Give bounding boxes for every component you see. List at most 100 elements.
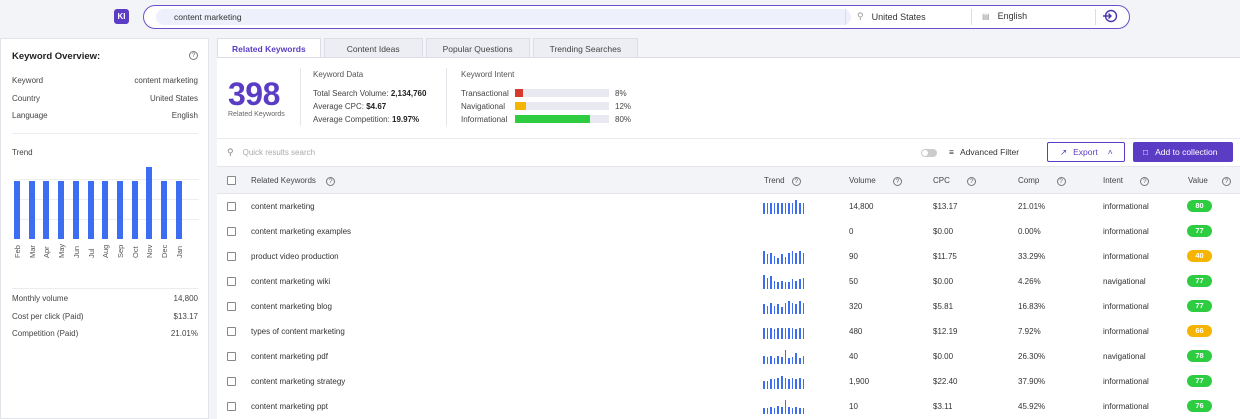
divider: [217, 138, 1240, 139]
add-to-collection-button[interactable]: □ Add to collection: [1133, 142, 1233, 162]
tab-popular-questions[interactable]: Popular Questions: [425, 38, 530, 58]
sparkline-bar: [802, 277, 805, 289]
keyword-cell[interactable]: types of content marketing: [251, 327, 345, 336]
col-value[interactable]: Value ?: [1188, 176, 1232, 186]
row-checkbox[interactable]: [227, 202, 236, 211]
col-volume-label: Volume: [849, 176, 876, 185]
table-row[interactable]: types of content marketing 480 $12.19 7.92%…: [217, 320, 1240, 345]
export-label: Export: [1073, 147, 1098, 157]
row-checkbox[interactable]: [227, 377, 236, 386]
sparkline-bar: [781, 376, 783, 389]
kd-label: Average CPC:: [313, 102, 364, 111]
kd-label: Average Competition:: [313, 115, 390, 124]
sparkline-bar: [766, 305, 769, 314]
search-submit-icon[interactable]: [1101, 9, 1119, 25]
table-row[interactable]: content marketing wiki 50 $0.00 4.26% naviga…: [217, 270, 1240, 295]
help-icon[interactable]: ?: [326, 177, 336, 186]
cpc-cell: $0.00: [933, 227, 954, 236]
kd-label: Total Search Volume:: [313, 89, 389, 98]
divider: [845, 9, 846, 25]
sparkline-bar: [773, 358, 776, 364]
intent-cell: navigational: [1103, 352, 1146, 361]
trend-month-label: Apr: [42, 246, 52, 258]
cpc-cell: $13.17: [933, 202, 958, 211]
sparkline-bar: [773, 280, 776, 289]
search-input[interactable]: content marketing: [174, 12, 242, 22]
cpc-cell: $0.00: [933, 352, 954, 361]
col-keyword[interactable]: Related Keywords ?: [251, 176, 336, 186]
keyword-cell[interactable]: content marketing ppt: [251, 402, 328, 411]
help-icon[interactable]: ?: [791, 177, 801, 186]
sparkline-bar: [763, 275, 765, 289]
col-intent[interactable]: Intent ?: [1103, 176, 1150, 186]
keyword-cell[interactable]: content marketing strategy: [251, 377, 345, 386]
sparkline-bar: [777, 355, 779, 364]
tab-related-keywords[interactable]: Related Keywords: [217, 38, 321, 58]
advanced-filter-button[interactable]: ≡ Advanced Filter: [949, 147, 1019, 157]
sparkline-bar: [781, 307, 783, 314]
keyword-cell[interactable]: content marketing pdf: [251, 352, 328, 361]
sparkline-bar: [763, 408, 765, 414]
help-icon[interactable]: ?: [967, 177, 977, 186]
toggle-switch[interactable]: [921, 149, 937, 157]
search-input-box[interactable]: [156, 9, 851, 25]
trend-month-label: Feb: [13, 245, 22, 258]
location-select[interactable]: ⚲ United States: [857, 11, 926, 22]
sparkline-bar: [770, 407, 772, 414]
help-icon[interactable]: ?: [1056, 177, 1066, 186]
col-comp[interactable]: Comp ?: [1018, 176, 1066, 186]
sparkline-bar: [763, 355, 765, 364]
col-intent-label: Intent: [1103, 176, 1124, 185]
export-button[interactable]: ↗ Export ˄: [1047, 142, 1125, 162]
chevron-up-icon: ˄: [1107, 147, 1113, 157]
row-checkbox[interactable]: [227, 402, 236, 411]
app-logo[interactable]: KI: [114, 9, 129, 24]
trend-month-label: Oct: [130, 246, 140, 258]
volume-cell: 90: [849, 252, 858, 261]
keyword-cell[interactable]: content marketing examples: [251, 227, 351, 236]
select-all-checkbox[interactable]: [227, 176, 236, 185]
table-row[interactable]: content marketing examples 0 $0.00 0.00% inf…: [217, 220, 1240, 245]
keyword-cell[interactable]: content marketing blog: [251, 302, 332, 311]
col-cpc[interactable]: CPC ?: [933, 176, 977, 186]
help-icon[interactable]: ?: [189, 51, 198, 60]
tab-content-ideas[interactable]: Content Ideas: [323, 38, 423, 58]
help-icon[interactable]: ?: [1140, 177, 1150, 186]
sparkline-bar: [799, 279, 801, 289]
trend-bar: [146, 167, 153, 239]
sparkline-bar: [763, 202, 765, 214]
table-row[interactable]: content marketing 14,800 $13.17 21.01% infor…: [217, 195, 1240, 220]
trend-month-label: Jun: [71, 245, 81, 258]
table-row[interactable]: content marketing pdf 40 $0.00 26.30% naviga…: [217, 345, 1240, 370]
comp-cell: 37.90%: [1018, 377, 1046, 386]
quick-search[interactable]: ⚲ Quick results search: [227, 147, 315, 158]
sparkline-bar: [799, 301, 801, 314]
sparkline-bar: [799, 377, 801, 389]
row-checkbox[interactable]: [227, 327, 236, 336]
table-row[interactable]: content marketing strategy 1,900 $22.40 37.…: [217, 370, 1240, 395]
col-volume[interactable]: Volume ?: [849, 176, 902, 186]
value-badge: 76: [1187, 400, 1212, 412]
table-row[interactable]: content marketing blog 320 $5.81 16.83% info…: [217, 295, 1240, 320]
sparkline-bar: [781, 280, 783, 289]
row-checkbox[interactable]: [227, 252, 236, 261]
keyword-cell[interactable]: content marketing wiki: [251, 277, 330, 286]
row-checkbox[interactable]: [227, 277, 236, 286]
keyword-cell[interactable]: content marketing: [251, 202, 315, 211]
col-trend[interactable]: Trend ?: [764, 176, 801, 186]
table-row[interactable]: product video production 90 $11.75 33.29% in…: [217, 245, 1240, 270]
row-checkbox[interactable]: [227, 352, 236, 361]
trend-sparkline: [763, 324, 807, 339]
row-checkbox[interactable]: [227, 302, 236, 311]
tab-trending-searches[interactable]: Trending Searches: [532, 38, 639, 58]
keyword-cell[interactable]: product video production: [251, 252, 339, 261]
overview-row-label: Keyword: [12, 76, 44, 85]
overview-row: Country United States: [12, 94, 198, 103]
language-select[interactable]: ▤ English: [982, 11, 1027, 21]
overview-title: Keyword Overview:: [12, 51, 101, 62]
row-checkbox[interactable]: [227, 227, 236, 236]
help-icon[interactable]: ?: [1222, 177, 1232, 186]
quick-search-input[interactable]: Quick results search: [243, 148, 315, 157]
table-row[interactable]: content marketing ppt 10 $3.11 45.92% inform…: [217, 395, 1240, 419]
help-icon[interactable]: ?: [892, 177, 902, 186]
